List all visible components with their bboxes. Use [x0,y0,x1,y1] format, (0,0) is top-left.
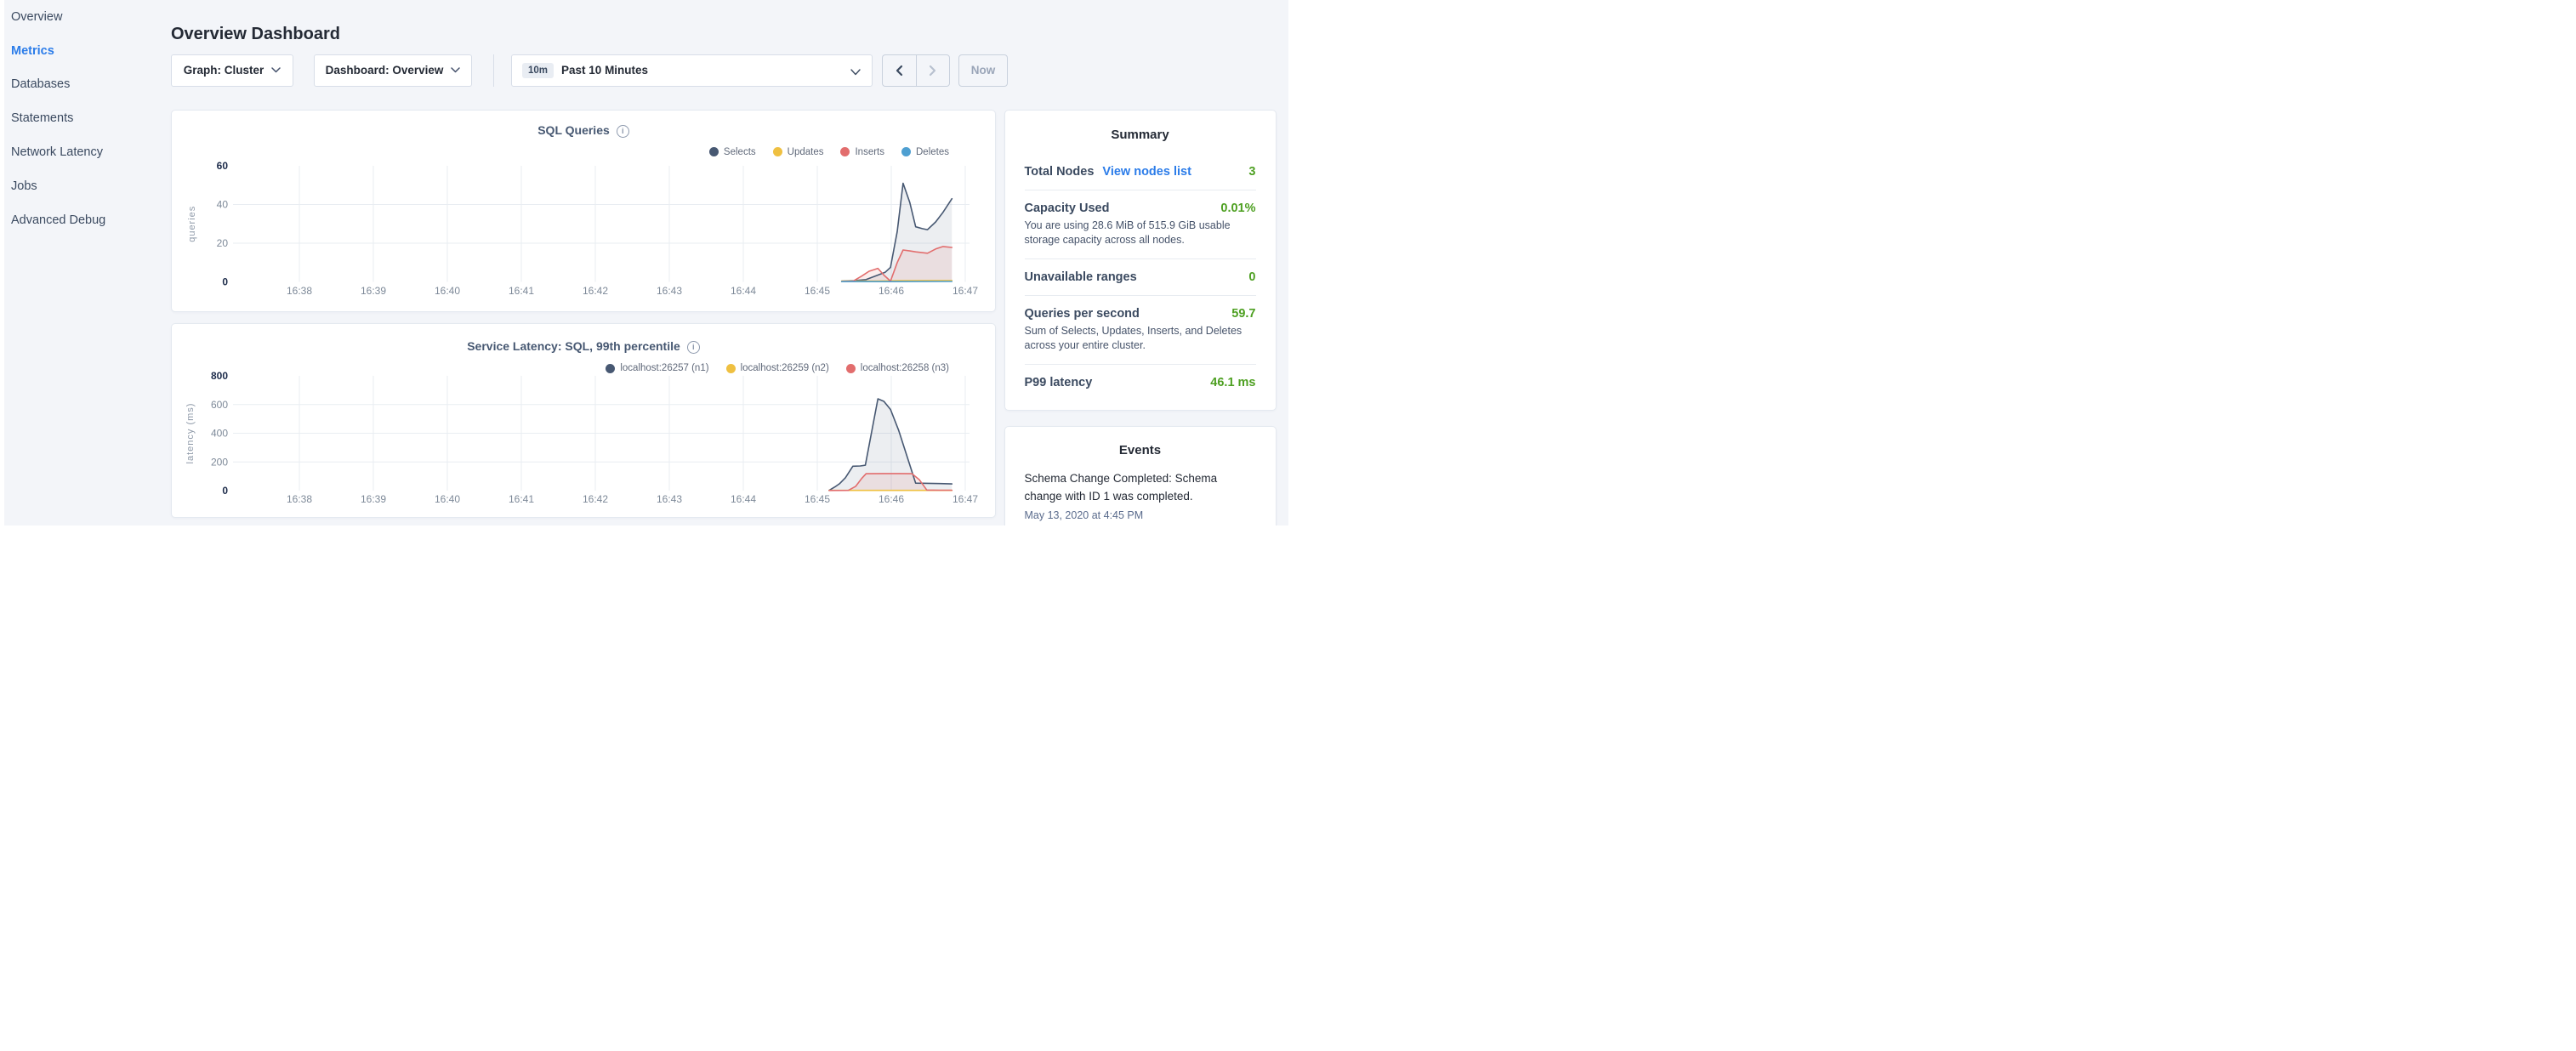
service-latency-chart-card: Service Latency: SQL, 99th percentilei l… [171,323,996,518]
y-axis-title: queries [187,205,197,241]
y-tick-label: 20 [217,237,229,249]
summary-row-total-nodes: Total Nodes View nodes list 3 [1025,165,1256,179]
x-tick-label: 16:44 [731,285,756,297]
y-tick-label: 200 [211,456,228,468]
sidebar-item-advanced-debug[interactable]: Advanced Debug [4,203,166,237]
dashboard-dropdown[interactable]: Dashboard: Overview [314,54,472,87]
x-tick-label: 16:45 [805,285,830,297]
sql-queries-chart-card: SQL Queriesi SelectsUpdatesInsertsDelete… [171,110,996,313]
summary-label: Total Nodes [1025,165,1095,179]
x-tick-label: 16:43 [657,493,682,505]
service-latency-chart: 16:38 16:39 16:40 16:41 16:42 16:43 16:44 16:45… [172,324,997,519]
x-tick-label: 16:47 [952,493,978,505]
summary-value: 59.7 [1231,307,1255,321]
summary-value: 3 [1248,165,1255,179]
time-range-badge: 10m [522,63,554,78]
divider [1025,258,1256,259]
x-tick-label: 16:46 [879,285,904,297]
x-tick-label: 16:43 [657,285,682,297]
sidebar-item-network-latency[interactable]: Network Latency [4,135,166,169]
sidebar-item-databases[interactable]: Databases [4,68,166,102]
x-tick-label: 16:39 [361,493,386,505]
y-tick-label: 400 [211,428,228,440]
x-tick-label: 16:41 [509,285,534,297]
y-axis-title: latency (ms) [185,403,196,464]
sidebar-item-jobs[interactable]: Jobs [4,169,166,203]
view-nodes-list-link[interactable]: View nodes list [1102,165,1191,179]
x-tick-label: 16:44 [731,493,756,505]
sidebar-item-overview[interactable]: Overview [4,0,166,34]
time-pager [882,54,950,87]
y-tick-label: 600 [211,399,228,411]
y-tick-label: 0 [222,276,228,287]
time-range-dropdown[interactable]: 10m Past 10 Minutes [511,54,873,87]
x-tick-label: 16:40 [435,493,460,505]
y-tick-label: 800 [211,370,228,382]
chevron-down-icon [451,67,460,73]
events-title: Events [1005,427,1276,457]
event-timestamp: May 13, 2020 at 4:45 PM [1025,509,1256,521]
summary-value: 0.01% [1220,202,1255,215]
summary-label: Capacity Used [1025,202,1110,215]
summary-label: Queries per second [1025,307,1140,321]
chevron-left-icon [896,65,903,77]
x-tick-label: 16:42 [583,493,608,505]
page: Overview Metrics Databases Statements Ne… [0,0,1288,526]
sql-queries-chart: 16:38 16:39 16:40 16:41 16:42 16:43 16:44 16:45… [172,111,997,313]
sidebar: Overview Metrics Databases Statements Ne… [4,0,166,237]
summary-row-queries-per-second: Queries per second 59.7 [1025,307,1256,321]
summary-row-p99-latency: P99 latency 46.1 ms [1025,376,1256,389]
summary-description: You are using 28.6 MiB of 515.9 GiB usab… [1025,219,1256,247]
x-tick-label: 16:47 [952,285,978,297]
time-next-button-disabled [916,54,951,87]
chevron-down-icon [271,67,281,73]
divider [1025,364,1256,365]
sidebar-item-metrics[interactable]: Metrics [4,34,166,68]
page-title: Overview Dashboard [171,25,340,44]
time-prev-button[interactable] [882,54,916,87]
summary-row-unavailable-ranges: Unavailable ranges 0 [1025,270,1256,284]
x-tick-label: 16:39 [361,285,386,297]
summary-value: 0 [1248,270,1255,284]
chevron-right-icon [929,65,936,77]
x-tick-label: 16:41 [509,493,534,505]
toolbar-divider [493,54,494,87]
y-tick-label: 40 [217,198,229,210]
x-tick-label: 16:40 [435,285,460,297]
time-range-label: Past 10 Minutes [561,64,648,77]
summary-description: Sum of Selects, Updates, Inserts, and De… [1025,324,1256,353]
chevron-down-icon [850,69,861,76]
summary-value: 46.1 ms [1210,376,1255,389]
x-tick-label: 16:42 [583,285,608,297]
x-tick-label: 16:38 [287,285,312,297]
graph-dropdown[interactable]: Graph: Cluster [171,54,293,87]
summary-row-capacity-used: Capacity Used 0.01% [1025,202,1256,215]
x-tick-label: 16:45 [805,493,830,505]
x-tick-label: 16:46 [879,493,904,505]
divider [1025,295,1256,296]
dashboard-dropdown-label: Dashboard: Overview [326,64,444,77]
y-tick-label: 60 [217,160,229,172]
y-tick-label: 0 [222,485,228,497]
summary-label: P99 latency [1025,376,1093,389]
event-message: Schema Change Completed: Schema change w… [1025,469,1256,506]
events-panel: Events Schema Change Completed: Schema c… [1004,426,1277,526]
graph-dropdown-label: Graph: Cluster [184,64,264,77]
x-tick-label: 16:38 [287,493,312,505]
sidebar-item-statements[interactable]: Statements [4,101,166,135]
now-button: Now [958,54,1008,87]
summary-title: Summary [1005,111,1276,142]
summary-panel: Summary Total Nodes View nodes list 3 Ca… [1004,110,1277,411]
summary-label: Unavailable ranges [1025,270,1137,284]
